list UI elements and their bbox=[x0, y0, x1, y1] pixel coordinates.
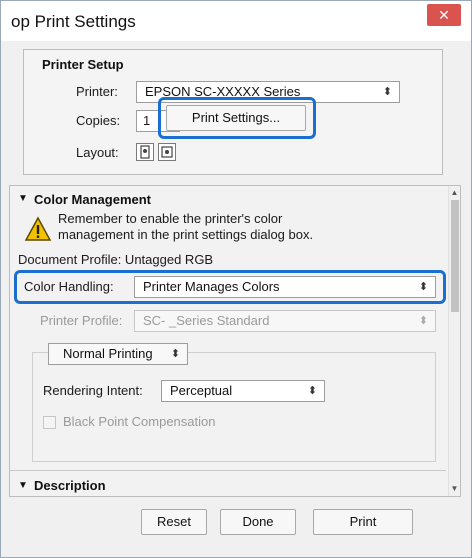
chevron-updown-icon: ⬍ bbox=[418, 281, 428, 293]
black-point-label: Black Point Compensation bbox=[63, 414, 216, 429]
reset-button[interactable]: Reset bbox=[141, 509, 207, 535]
layout-label: Layout: bbox=[76, 145, 119, 160]
scroll-thumb[interactable] bbox=[451, 200, 459, 312]
print-settings-button[interactable]: Print Settings... bbox=[166, 105, 306, 131]
printer-setup-group: Printer Setup Printer: EPSON SC-XXXXX Se… bbox=[23, 49, 443, 175]
close-button[interactable]: ✕ bbox=[427, 4, 461, 26]
warning-icon bbox=[24, 216, 52, 241]
print-button[interactable]: Print bbox=[313, 509, 413, 535]
title-bar: op Print Settings ✕ bbox=[1, 1, 471, 41]
document-profile-text: Document Profile: Untagged RGB bbox=[18, 252, 214, 267]
scrollbar[interactable]: ▲ ▼ bbox=[448, 186, 460, 496]
description-title: Description bbox=[34, 478, 106, 493]
printing-mode-group: Rendering Intent: Perceptual ⬍ Black Poi… bbox=[32, 352, 436, 462]
warning-text-line-1: Remember to enable the printer's color bbox=[58, 211, 283, 226]
color-handling-select[interactable]: Printer Manages Colors ⬍ bbox=[134, 276, 436, 298]
landscape-layout-icon[interactable] bbox=[158, 143, 176, 161]
printer-setup-title: Printer Setup bbox=[42, 57, 124, 72]
chevron-updown-icon: ⬍ bbox=[382, 86, 392, 98]
print-settings-dialog: op Print Settings ✕ Printer Setup Printe… bbox=[0, 0, 472, 558]
color-management-title: Color Management bbox=[34, 192, 152, 207]
done-button[interactable]: Done bbox=[220, 509, 296, 535]
printer-profile-select[interactable]: SC- _Series Standard ⬍ bbox=[134, 310, 436, 332]
color-handling-value: Printer Manages Colors bbox=[143, 279, 280, 294]
color-handling-label: Color Handling: bbox=[24, 279, 114, 294]
black-point-checkbox[interactable] bbox=[43, 416, 56, 429]
scroll-down-arrow[interactable]: ▼ bbox=[449, 484, 460, 493]
window-title: op Print Settings bbox=[11, 12, 136, 31]
copies-label: Copies: bbox=[76, 113, 121, 128]
section-divider bbox=[10, 470, 446, 471]
printing-mode-select[interactable]: Normal Printing ⬍ bbox=[48, 343, 188, 365]
warning-text-line-2: management in the print settings dialog … bbox=[58, 227, 314, 242]
rendering-intent-value: Perceptual bbox=[170, 383, 233, 398]
portrait-layout-icon[interactable] bbox=[136, 143, 154, 161]
description-expand-icon[interactable]: ▼ bbox=[18, 480, 28, 491]
chevron-updown-icon: ⬍ bbox=[307, 385, 317, 397]
rendering-intent-select[interactable]: Perceptual ⬍ bbox=[161, 380, 325, 402]
printer-profile-value: SC- _Series Standard bbox=[143, 313, 270, 328]
rendering-intent-label: Rendering Intent: bbox=[43, 383, 143, 398]
color-management-panel: ▼ Color Management Remember to enable th… bbox=[9, 185, 461, 497]
chevron-updown-icon: ⬍ bbox=[418, 315, 428, 327]
printing-mode-value: Normal Printing bbox=[63, 346, 153, 361]
color-management-expand-icon[interactable]: ▼ bbox=[18, 193, 28, 204]
scroll-up-arrow[interactable]: ▲ bbox=[449, 188, 460, 197]
chevron-updown-icon: ⬍ bbox=[170, 348, 180, 360]
printer-label: Printer: bbox=[76, 84, 118, 99]
printer-profile-label: Printer Profile: bbox=[40, 313, 123, 328]
